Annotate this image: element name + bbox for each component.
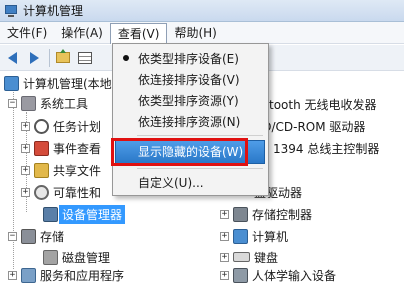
show-hide-tree-button[interactable] <box>75 48 95 68</box>
menu-item-label: 依类型排序设备(E) <box>138 52 239 66</box>
tree-item-storage[interactable]: − 存储 <box>8 226 64 246</box>
menu-help[interactable]: 帮助(H) <box>167 23 223 43</box>
back-arrow-icon <box>7 51 17 64</box>
device-row-dvd[interactable]: VD/CD-ROM 驱动器 <box>254 116 365 136</box>
menu-view[interactable]: 查看(V) <box>109 22 168 44</box>
tree-item-disk-management-label: 磁盘管理 <box>62 250 111 265</box>
tree-item-task-scheduler-label: 任务计划 <box>53 119 102 134</box>
tree-item-root[interactable]: 计算机管理(本地 <box>4 73 112 93</box>
menu-item-sort-devices-by-connection[interactable]: 依连接排序设备(V) <box>115 69 266 90</box>
tree-item-device-manager[interactable]: 设备管理器 <box>43 204 126 224</box>
view-menu-dropdown: 依类型排序设备(E) 依连接排序设备(V) 依类型排序资源(Y) 依连接排序资源… <box>112 43 269 196</box>
device-row-label: 计算机 <box>252 229 289 244</box>
menu-item-sort-resources-by-type[interactable]: 依类型排序资源(Y) <box>115 90 266 111</box>
menu-item-label: 依连接排序资源(N) <box>138 115 241 129</box>
device-row-label: 键盘 <box>254 250 279 265</box>
device-row-storage-controllers[interactable]: + 存储控制器 <box>220 204 312 224</box>
radio-bullet-icon <box>123 55 129 61</box>
collapse-icon[interactable]: − <box>8 231 17 241</box>
device-manager-icon <box>43 206 58 222</box>
device-row-bluetooth[interactable]: uetooth 无线电收发器 <box>254 94 377 114</box>
tree-item-services-label: 服务和应用程序 <box>40 268 125 283</box>
device-row-label: uetooth 无线电收发器 <box>254 97 377 112</box>
up-level-button[interactable] <box>53 48 73 68</box>
tree-item-event-viewer[interactable]: + 事件查看 <box>21 138 101 158</box>
window-title: 计算机管理 <box>23 4 84 18</box>
expand-icon[interactable]: + <box>21 143 30 153</box>
tree-item-event-viewer-label: 事件查看 <box>53 141 102 156</box>
menu-action[interactable]: 操作(A) <box>54 23 110 43</box>
menu-item-label: 依类型排序资源(Y) <box>138 94 239 108</box>
menu-file[interactable]: 文件(F) <box>0 23 54 43</box>
annotation-highlight-box <box>111 138 248 166</box>
back-button[interactable] <box>2 48 22 68</box>
expand-icon[interactable]: + <box>220 270 229 280</box>
expand-icon[interactable]: + <box>8 270 17 280</box>
title-bar: 计算机管理 <box>0 0 404 22</box>
event-viewer-icon <box>34 140 49 156</box>
menu-separator <box>137 168 263 169</box>
disk-icon <box>43 249 58 265</box>
expand-icon[interactable]: + <box>220 209 229 219</box>
device-row-label: EE 1394 总线主控制器 <box>254 141 380 156</box>
services-icon <box>21 267 36 283</box>
tree-item-device-manager-label: 设备管理器 <box>59 204 126 224</box>
storage-icon <box>21 228 36 244</box>
device-row-1394[interactable]: EE 1394 总线主控制器 <box>254 138 379 158</box>
tree-item-task-scheduler[interactable]: + 任务计划 <box>21 116 101 136</box>
clock-icon <box>34 118 49 134</box>
tree-item-root-label: 计算机管理(本地 <box>23 76 112 91</box>
device-row-keyboard[interactable]: + 键盘 <box>220 247 278 267</box>
menu-item-label: 依连接排序设备(V) <box>138 73 240 87</box>
menu-separator <box>137 135 263 136</box>
toolbar-separator <box>49 48 50 67</box>
collapse-icon[interactable]: − <box>8 98 17 108</box>
device-row-computer[interactable]: + 计算机 <box>220 226 288 246</box>
expand-icon[interactable]: + <box>220 231 229 241</box>
menu-item-label: 自定义(U)... <box>138 176 204 190</box>
tree-item-disk-management[interactable]: 磁盘管理 <box>43 247 110 267</box>
performance-icon <box>34 184 49 200</box>
tree-item-performance[interactable]: + 可靠性和 <box>21 182 101 202</box>
tree-item-system-tools-label: 系统工具 <box>40 96 89 111</box>
tree-item-services[interactable]: + 服务和应用程序 <box>8 265 124 285</box>
forward-button[interactable] <box>24 48 44 68</box>
menu-bar: 文件(F) 操作(A) 查看(V) 帮助(H) <box>0 22 404 44</box>
keyboard-icon <box>233 252 250 262</box>
forward-arrow-icon <box>29 51 39 64</box>
menu-item-sort-devices-by-type[interactable]: 依类型排序设备(E) <box>115 48 266 69</box>
computer-management-icon <box>4 4 18 18</box>
menu-item-sort-resources-by-connection[interactable]: 依连接排序资源(N) <box>115 111 266 132</box>
expand-icon[interactable]: + <box>21 165 30 175</box>
expand-icon[interactable]: + <box>21 187 30 197</box>
menu-item-customize[interactable]: 自定义(U)... <box>115 172 266 193</box>
computer-icon <box>4 75 19 91</box>
tools-icon <box>21 95 36 111</box>
hid-icon <box>233 267 248 283</box>
shared-folder-icon <box>34 162 49 178</box>
tree-item-performance-label: 可靠性和 <box>53 185 102 200</box>
tree-item-shared-folders[interactable]: + 共享文件 <box>21 160 101 180</box>
console-tree-icon <box>78 51 92 64</box>
device-row-hid[interactable]: + 人体学输入设备 <box>220 265 336 285</box>
expand-icon[interactable]: + <box>21 121 30 131</box>
tree-item-system-tools[interactable]: − 系统工具 <box>8 93 88 113</box>
device-row-label: 人体学输入设备 <box>252 268 337 283</box>
expand-icon[interactable]: + <box>220 252 229 262</box>
tree-item-shared-folders-label: 共享文件 <box>53 163 102 178</box>
up-folder-icon <box>56 49 70 63</box>
storage-controller-icon <box>233 206 248 222</box>
tree-item-storage-label: 存储 <box>40 229 65 244</box>
device-row-label: VD/CD-ROM 驱动器 <box>254 119 366 134</box>
computer-icon <box>233 228 248 244</box>
device-row-label: 存储控制器 <box>252 207 313 222</box>
